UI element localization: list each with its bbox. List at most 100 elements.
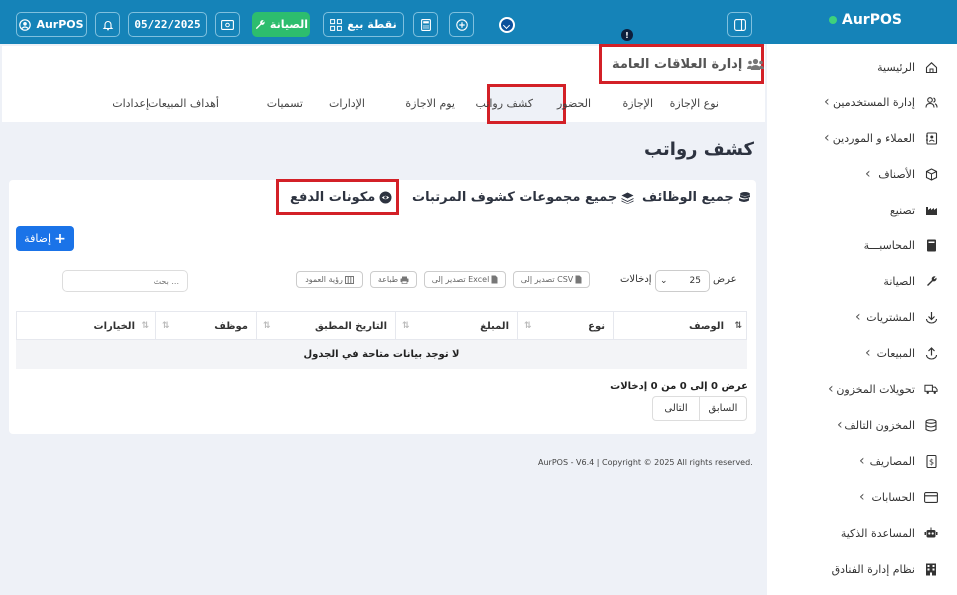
- sidebar-item[interactable]: الأصناف ‹: [767, 159, 957, 189]
- date-display[interactable]: 05/22/2025: [128, 12, 207, 37]
- sidebar-item[interactable]: الصيانة: [767, 266, 957, 296]
- sidebar-item-label: العملاء و الموردين: [832, 131, 915, 145]
- sidebar-item-label: المشتريات: [866, 310, 915, 324]
- chevron-left-icon: ‹: [855, 309, 861, 325]
- add-button[interactable]: إضافة +: [16, 226, 74, 251]
- export-csv-label: تصدير إلى CSV: [520, 275, 574, 284]
- chevron-left-icon: ‹: [824, 94, 830, 110]
- next-page-button[interactable]: التالى: [653, 397, 700, 420]
- sidebar-item-label: الحسابات: [871, 490, 915, 504]
- tab-header[interactable]: نوع الإجازة: [670, 97, 719, 110]
- pos-label: نقطة بيع: [347, 18, 397, 31]
- chevron-left-icon: ‹: [865, 166, 871, 182]
- home-icon: [924, 60, 938, 74]
- tab-header[interactable]: الإدارات: [329, 97, 365, 110]
- column-header-label: الوصف: [688, 320, 724, 332]
- add-button-label: إضافة: [24, 232, 52, 245]
- tab-payment-components[interactable]: مكونات الدفع: [290, 190, 392, 205]
- chevron-left-icon: ‹: [837, 417, 843, 433]
- tab-payroll-groups[interactable]: جميع مجموعات كشوف المرتبات: [412, 190, 634, 205]
- main-card: [9, 180, 756, 434]
- sidebar-item-label: المساعدة الذكية: [840, 526, 915, 540]
- sidebar-item[interactable]: تحويلات المخزون ‹: [767, 374, 957, 404]
- sidebar-toggle-button[interactable]: [727, 12, 752, 37]
- sidebar-item-label: الرئيسية: [877, 60, 915, 74]
- sidebar-item-label: المصاريف: [869, 454, 915, 468]
- sort-icon: ⇅: [734, 321, 742, 331]
- add-new-button[interactable]: [449, 12, 474, 37]
- table-column-header[interactable]: التاريخ المطبق ⇅: [256, 312, 395, 340]
- table-column-header[interactable]: نوع ⇅: [517, 312, 613, 340]
- data-table: الوصف ⇅ نوع ⇅ المبلغ ⇅ التاريخ المطبق ⇅ موظف ⇅ الخ…: [16, 311, 747, 369]
- tab-header[interactable]: الحضور: [557, 97, 591, 110]
- page-title: كشف رواتب: [643, 139, 754, 160]
- brand-name: AurPOS: [842, 12, 902, 28]
- wrench-icon: [254, 19, 265, 30]
- user-menu-button[interactable]: AurPOS: [16, 12, 87, 37]
- export-csv-button[interactable]: تصدير إلى CSV: [513, 271, 590, 288]
- sidebar-item[interactable]: الحسابات ‹: [767, 482, 957, 512]
- sort-icon: ⇅: [402, 321, 410, 331]
- download-icon: [924, 310, 938, 324]
- brand-logo[interactable]: AurPOS: [829, 12, 902, 28]
- eye-circle-icon: [379, 191, 392, 204]
- sidebar-item[interactable]: المشتريات ‹: [767, 302, 957, 332]
- money-icon: [221, 19, 234, 30]
- export-excel-button[interactable]: تصدير إلى Excel: [424, 271, 506, 288]
- info-badge[interactable]: !: [621, 29, 633, 41]
- money-icon: $: [924, 454, 938, 468]
- tab-all-jobs[interactable]: جميع الوظائف: [642, 190, 751, 205]
- plus-circle-icon: [455, 18, 468, 31]
- sidebar-item[interactable]: المخزون التالف ‹: [767, 410, 957, 440]
- users-group-icon: [747, 58, 765, 71]
- sidebar-toggle-icon: [733, 18, 746, 31]
- table-column-header[interactable]: موظف ⇅: [155, 312, 256, 340]
- previous-page-button[interactable]: السابق: [700, 397, 746, 420]
- tab-header[interactable]: تسميات: [267, 97, 303, 110]
- tab-header[interactable]: إعدادات: [112, 97, 149, 110]
- chevron-left-icon: ‹: [859, 489, 865, 505]
- maintenance-button[interactable]: الصيانة: [252, 12, 310, 37]
- box-icon: [924, 167, 938, 181]
- sidebar-item[interactable]: تصنيع: [767, 195, 957, 225]
- footer-copyright: AurPOS - V6.4 | Copyright © 2025 All rig…: [538, 458, 753, 467]
- language-button[interactable]: [497, 12, 517, 37]
- sidebar-item[interactable]: نظام إدارة الفنادق: [767, 554, 957, 584]
- entries-value: 25: [689, 276, 701, 286]
- entries-label: إدخالات: [620, 274, 652, 285]
- sidebar-item-label: إدارة المستخدمين: [833, 95, 915, 109]
- print-button[interactable]: طباعة: [370, 271, 417, 288]
- calculator-button[interactable]: [413, 12, 438, 37]
- show-label: عرض: [713, 274, 737, 285]
- tab-header[interactable]: كشف رواتب: [476, 97, 533, 110]
- sidebar-item[interactable]: الرئيسية: [767, 52, 957, 82]
- tab-header[interactable]: أهداف المبيعات: [148, 97, 219, 110]
- cash-register-button[interactable]: [215, 12, 240, 37]
- sidebar-item-label: نظام إدارة الفنادق: [831, 562, 915, 576]
- file-csv-icon: [575, 275, 582, 284]
- sidebar-item[interactable]: المساعدة الذكية: [767, 518, 957, 548]
- table-column-header[interactable]: الخيارات ⇅: [17, 312, 155, 340]
- column-visibility-button[interactable]: رؤية العمود: [296, 271, 363, 288]
- sidebar-item[interactable]: المحاسبـــة: [767, 230, 957, 260]
- sort-icon: ⇅: [263, 321, 271, 331]
- chevron-left-icon: ‹: [824, 130, 830, 146]
- table-column-header[interactable]: المبلغ ⇅: [395, 312, 517, 340]
- search-input[interactable]: [62, 270, 188, 292]
- table-info: عرض 0 إلى 0 من 0 إدخالات: [610, 381, 748, 392]
- column-header-label: المبلغ: [480, 320, 509, 332]
- export-excel-label: تصدير إلى Excel: [431, 275, 490, 284]
- sidebar-item[interactable]: إدارة المستخدمين ‹: [767, 87, 957, 117]
- bell-icon: [102, 19, 114, 31]
- sidebar-item[interactable]: المبيعات ‹: [767, 338, 957, 368]
- table-column-header[interactable]: الوصف ⇅: [613, 312, 748, 340]
- tab-header[interactable]: يوم الاجازة: [405, 97, 455, 110]
- sidebar-item[interactable]: $ المصاريف ‹: [767, 446, 957, 476]
- notifications-button[interactable]: [95, 12, 120, 37]
- sidebar-item[interactable]: العملاء و الموردين ‹: [767, 123, 957, 153]
- pos-button[interactable]: نقطة بيع: [323, 12, 404, 37]
- tab-header[interactable]: الإجازة: [622, 97, 653, 110]
- print-icon: [400, 276, 409, 284]
- entries-select[interactable]: ⌄ 25: [655, 270, 710, 292]
- sidebar-item-label: تصنيع: [889, 203, 915, 217]
